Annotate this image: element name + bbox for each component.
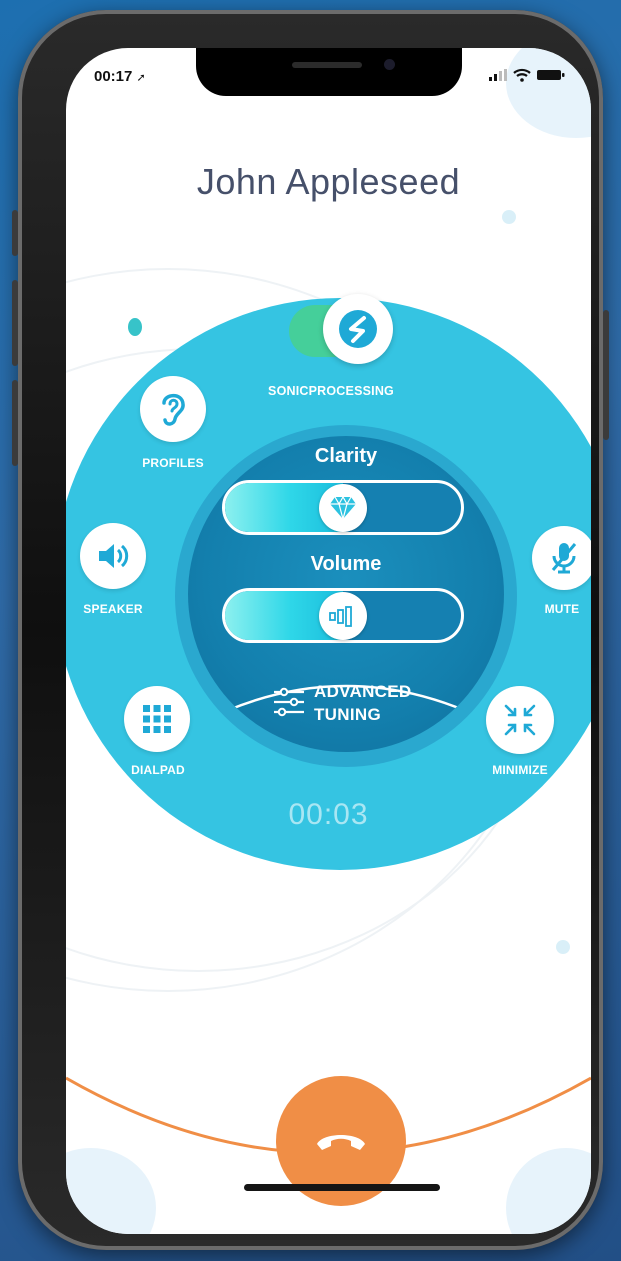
status-bar-indicators bbox=[489, 68, 565, 82]
status-bar-time: 00:17 ➚ bbox=[94, 68, 146, 85]
dialpad-icon bbox=[143, 705, 171, 733]
battery-icon bbox=[537, 70, 565, 80]
speaker-label: SPEAKER bbox=[83, 602, 143, 616]
profiles-button[interactable] bbox=[140, 376, 206, 442]
phone-hangup-icon bbox=[317, 1135, 365, 1150]
phone-frame: 00:17 ➚ John Appleseed SONICPROCESSING P… bbox=[12, 10, 609, 1250]
notch bbox=[196, 48, 462, 96]
ear-icon bbox=[162, 393, 185, 426]
background-blob bbox=[506, 48, 591, 138]
microphone-muted-icon bbox=[551, 543, 577, 574]
caller-name: John Appleseed bbox=[196, 161, 461, 202]
speaker-grill bbox=[292, 62, 362, 68]
sonic-s-icon bbox=[339, 310, 377, 348]
speaker-icon bbox=[99, 544, 129, 568]
decorative-dot bbox=[128, 318, 142, 336]
clarity-slider-thumb[interactable] bbox=[319, 484, 367, 532]
sliders-tuning-icon[interactable] bbox=[272, 687, 306, 717]
minimize-label: MINIMIZE bbox=[492, 763, 548, 777]
mute-button[interactable] bbox=[532, 526, 591, 590]
sonic-processing-knob[interactable] bbox=[323, 294, 393, 364]
status-time-text: 00:17 bbox=[94, 68, 133, 85]
background-dot bbox=[502, 210, 516, 224]
advanced-tuning-line1[interactable]: ADVANCED bbox=[314, 682, 411, 702]
power-button bbox=[603, 310, 609, 440]
volume-down-button bbox=[12, 380, 18, 466]
volume-bars-icon bbox=[329, 606, 352, 627]
clarity-label: Clarity bbox=[314, 445, 378, 467]
minimize-icon bbox=[504, 704, 536, 736]
phone-screen: 00:17 ➚ John Appleseed SONICPROCESSING P… bbox=[66, 48, 591, 1234]
mute-label: MUTE bbox=[544, 602, 580, 616]
dialpad-label: DIALPAD bbox=[131, 763, 185, 777]
ringer-switch bbox=[12, 210, 18, 256]
dialpad-button[interactable] bbox=[124, 686, 190, 752]
advanced-tuning-line2[interactable]: TUNING bbox=[314, 705, 381, 725]
background-dot bbox=[556, 940, 570, 954]
volume-up-button bbox=[12, 280, 18, 366]
signal-icon bbox=[489, 69, 507, 81]
front-camera bbox=[384, 59, 395, 70]
volume-slider-thumb[interactable] bbox=[319, 592, 367, 640]
sonic-processing-label: SONICPROCESSING bbox=[268, 384, 394, 398]
volume-label: Volume bbox=[310, 553, 382, 575]
wifi-icon bbox=[513, 68, 531, 82]
location-arrow-icon: ➚ bbox=[136, 72, 146, 84]
call-timer: 00:03 bbox=[288, 798, 369, 831]
diamond-icon bbox=[330, 495, 356, 521]
speaker-button[interactable] bbox=[80, 523, 146, 589]
home-indicator[interactable] bbox=[244, 1184, 440, 1191]
